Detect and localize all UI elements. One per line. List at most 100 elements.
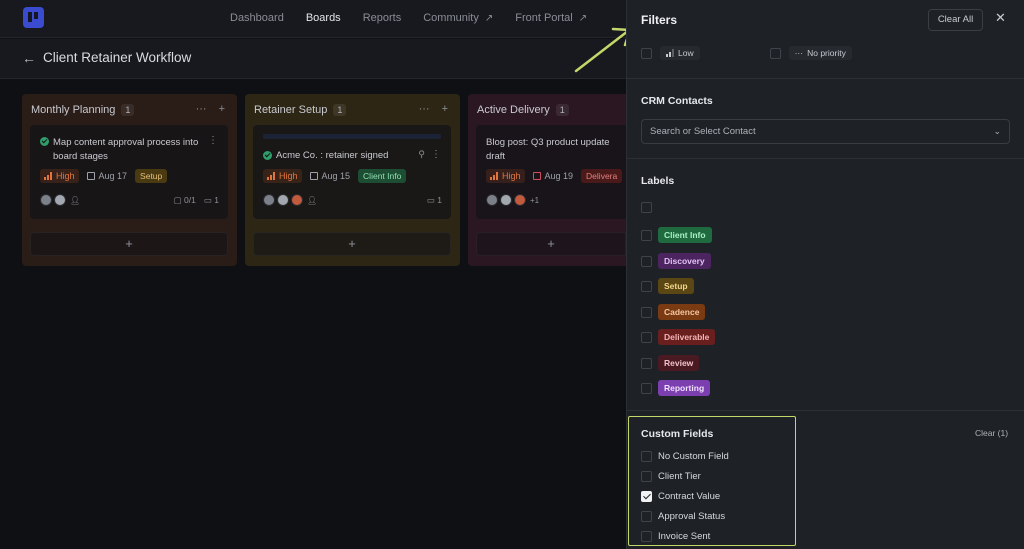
more-icon[interactable]: ··· bbox=[419, 103, 430, 115]
label-chip: Setup bbox=[658, 278, 694, 294]
priority-low-pill: Low bbox=[660, 46, 700, 60]
label-row-cadence: Cadence bbox=[641, 304, 706, 320]
more-icon[interactable]: ··· bbox=[196, 103, 207, 115]
priority-bars-icon bbox=[666, 49, 674, 57]
label-chip: Deliverable bbox=[658, 329, 716, 345]
column-controls: ··· + bbox=[196, 103, 225, 115]
calendar-icon bbox=[86, 172, 95, 180]
add-card-button[interactable]: + bbox=[476, 232, 626, 256]
label-row-deliverable: Deliverable bbox=[641, 329, 716, 345]
column-controls: ··· + bbox=[419, 103, 448, 115]
priority-badge: High bbox=[40, 169, 79, 183]
column-count: 1 bbox=[333, 104, 347, 116]
priority-badge: High bbox=[263, 169, 302, 183]
nav-boards[interactable]: Boards bbox=[306, 12, 341, 24]
column-title: Monthly Planning bbox=[31, 104, 116, 116]
avatar bbox=[263, 194, 275, 206]
contact-select[interactable]: Search or Select Contact ⌄ bbox=[641, 119, 1010, 144]
kebab-menu-icon[interactable]: ⋮ bbox=[208, 135, 218, 146]
divider bbox=[627, 158, 1024, 159]
card-title: Blog post: Q3 product update draft bbox=[486, 137, 610, 162]
task-card[interactable]: Blog post: Q3 product update draft High … bbox=[476, 125, 626, 219]
column-monthly-planning: Monthly Planning 1 ··· + Map content app… bbox=[22, 94, 237, 266]
due-date: Aug 17 bbox=[85, 169, 130, 183]
add-card-button[interactable]: + bbox=[253, 232, 451, 256]
column-retainer-setup: Retainer Setup 1 ··· + Acme Co. : retain… bbox=[245, 94, 460, 266]
label-row-setup: Setup bbox=[641, 278, 694, 294]
nav-front-portal[interactable]: Front Portal ↗ bbox=[515, 12, 587, 24]
app-root: Dashboard Boards Reports Community ↗ Fron… bbox=[0, 0, 1024, 549]
label-checkbox[interactable] bbox=[641, 382, 652, 394]
avatar bbox=[500, 194, 512, 206]
label-checkbox[interactable] bbox=[641, 280, 652, 292]
app-logo[interactable] bbox=[23, 7, 44, 28]
custom-fields-clear-button[interactable]: Clear (1) bbox=[975, 428, 1008, 438]
due-date: Aug 15 bbox=[308, 169, 353, 183]
label-checkbox[interactable] bbox=[641, 229, 652, 241]
avatar bbox=[54, 194, 66, 206]
nav-dashboard[interactable]: Dashboard bbox=[230, 12, 284, 24]
priority-filter-row: Low ··· No priority bbox=[641, 46, 852, 60]
calendar-icon bbox=[532, 172, 541, 180]
close-icon[interactable]: ✕ bbox=[995, 10, 1006, 26]
calendar-icon bbox=[309, 172, 318, 180]
column-count: 1 bbox=[121, 104, 135, 116]
assignees: +1 bbox=[486, 194, 539, 206]
back-arrow-icon[interactable]: ← bbox=[22, 50, 36, 66]
label-tag: Delivera bbox=[581, 169, 623, 183]
column-active-delivery: Active Delivery 1 Blog post: Q3 product … bbox=[468, 94, 626, 266]
avatar bbox=[514, 194, 526, 206]
column-header: Monthly Planning 1 bbox=[31, 104, 135, 116]
avatar bbox=[277, 194, 289, 206]
labels-title: Labels bbox=[641, 175, 675, 187]
label-checkbox[interactable] bbox=[641, 331, 652, 343]
label-checkbox[interactable] bbox=[641, 255, 652, 267]
custom-fields-highlight-box bbox=[628, 416, 796, 546]
check-circle-icon bbox=[263, 151, 272, 160]
crm-contacts-title: CRM Contacts bbox=[641, 95, 713, 107]
board-title: Client Retainer Workflow bbox=[43, 50, 192, 65]
clear-all-button[interactable]: Clear All bbox=[928, 9, 983, 31]
label-chip: Cadence bbox=[658, 304, 706, 320]
nav-community[interactable]: Community ↗ bbox=[423, 12, 493, 24]
label-chip: Discovery bbox=[658, 253, 711, 269]
card-cover bbox=[263, 134, 441, 139]
divider bbox=[627, 410, 1024, 411]
add-card-button[interactable]: + bbox=[30, 232, 228, 256]
user-icon: 👤︎ bbox=[70, 195, 81, 205]
label-row-client-info: Client Info bbox=[641, 227, 712, 243]
label-checkbox[interactable] bbox=[641, 202, 652, 213]
chevron-down-icon: ⌄ bbox=[993, 126, 1001, 136]
add-icon[interactable]: + bbox=[219, 103, 225, 115]
label-chip: Reporting bbox=[658, 380, 711, 396]
column-header: Active Delivery 1 bbox=[477, 104, 569, 116]
card-meta: High Aug 19 Delivera bbox=[486, 169, 623, 183]
avatar bbox=[486, 194, 498, 206]
label-chip: Review bbox=[658, 355, 700, 371]
nav-reports[interactable]: Reports bbox=[363, 12, 402, 24]
label-row-reporting: Reporting bbox=[641, 380, 711, 396]
assignees: 👤︎ bbox=[40, 194, 80, 206]
column-title: Retainer Setup bbox=[254, 104, 328, 116]
priority-bars-icon bbox=[44, 172, 52, 180]
column-title: Active Delivery bbox=[477, 104, 550, 116]
avatar bbox=[291, 194, 303, 206]
card-title: Map content approval process into board … bbox=[53, 137, 199, 162]
kebab-menu-icon[interactable]: ⋮ bbox=[431, 149, 441, 160]
avatar bbox=[40, 194, 52, 206]
label-checkbox[interactable] bbox=[641, 306, 652, 318]
label-tag: Client Info bbox=[358, 169, 407, 183]
priority-bars-icon bbox=[267, 172, 275, 180]
label-checkbox[interactable] bbox=[641, 357, 652, 369]
priority-none-checkbox[interactable] bbox=[769, 47, 781, 59]
add-icon[interactable]: + bbox=[442, 103, 448, 115]
pin-icon[interactable]: ⚲ bbox=[418, 149, 425, 160]
dots-icon: ··· bbox=[794, 48, 804, 58]
label-row-review: Review bbox=[641, 355, 700, 371]
label-chip: Client Info bbox=[658, 227, 712, 243]
comment-count: ▭ 1 bbox=[203, 195, 219, 205]
priority-low-checkbox[interactable] bbox=[641, 47, 652, 59]
task-card[interactable]: Map content approval process into board … bbox=[30, 125, 228, 219]
task-card[interactable]: Acme Co. : retainer signed ⚲ ⋮ High Aug … bbox=[253, 125, 451, 219]
column-header: Retainer Setup 1 bbox=[254, 104, 347, 116]
